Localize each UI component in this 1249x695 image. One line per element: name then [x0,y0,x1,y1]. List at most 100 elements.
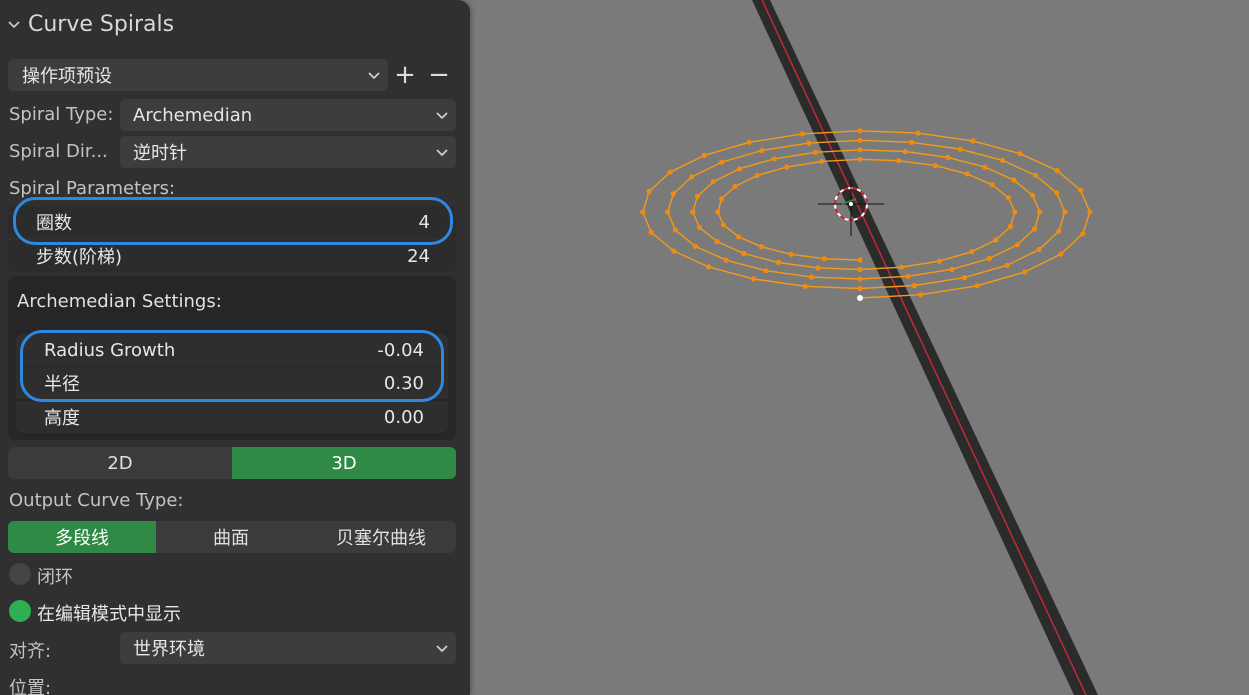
spiral-vertex[interactable] [911,282,917,289]
spiral-vertex[interactable] [701,152,707,158]
selected-vertex[interactable] [857,295,863,301]
spiral-vertex[interactable] [759,244,765,250]
spiral-vertex[interactable] [932,163,938,169]
spiral-vertex[interactable] [857,266,863,273]
spiral-vertex[interactable] [1007,223,1014,229]
spiral-vertex[interactable] [1011,177,1017,183]
align-dropdown[interactable]: 世界环境 [120,632,456,664]
spiral-vertex[interactable] [723,257,729,263]
spiral-vertex[interactable] [721,222,727,228]
spiral-direction-dropdown[interactable]: 逆时针 [120,136,456,168]
spiral-vertex[interactable] [1030,192,1036,198]
spiral-vertex[interactable] [710,179,717,185]
spiral-vertex[interactable] [821,256,828,262]
radius-field[interactable]: 半径 0.30 [16,367,448,399]
spiral-vertex[interactable] [1054,168,1060,174]
spiral-vertex[interactable] [799,131,806,137]
spiral-vertex[interactable] [1032,226,1038,232]
curve-type-poly-button[interactable]: 多段线 [8,521,156,553]
spiral-vertex[interactable] [802,283,808,289]
spiral-vertex[interactable] [974,283,980,289]
spiral-vertex[interactable] [1000,157,1006,163]
spiral-vertex[interactable] [694,193,701,199]
spiral-vertex[interactable] [671,248,677,254]
spiral-vertex[interactable] [1032,172,1039,178]
spiral-vertex[interactable] [857,285,863,292]
spiral-vertex[interactable] [1062,209,1068,215]
spiral-vertex[interactable] [902,148,908,155]
cyclic-checkbox[interactable] [9,563,31,585]
mode-3d-button[interactable]: 3D [232,447,456,479]
spiral-vertex[interactable] [1078,187,1084,194]
spiral-vertex[interactable] [775,259,782,266]
spiral-vertex[interactable] [759,147,765,154]
remove-preset-button[interactable]: − [426,60,452,90]
spiral-vertex[interactable] [1004,262,1010,268]
spiral-vertex[interactable] [672,227,678,233]
spiral-vertex[interactable] [896,158,902,164]
spiral-vertex[interactable] [746,139,752,145]
add-preset-button[interactable]: + [392,60,418,90]
spiral-vertex[interactable] [957,146,963,152]
steps-field[interactable]: 步数(阶梯) 24 [8,240,456,272]
spiral-vertex[interactable] [1036,246,1042,253]
curve-type-bezier-button[interactable]: 贝塞尔曲线 [306,521,456,553]
spiral-vertex[interactable] [970,138,976,144]
panel-header[interactable]: Curve Spirals [8,8,174,40]
spiral-vertex[interactable] [741,250,747,257]
show-in-edit-mode-checkbox[interactable] [9,600,31,622]
spiral-vertex[interactable] [640,209,646,215]
spiral-vertex[interactable] [736,234,742,240]
mode-2d-button[interactable]: 2D [8,447,232,479]
spiral-vertex[interactable] [809,274,815,280]
spiral-vertex[interactable] [1005,195,1012,201]
spiral-vertex[interactable] [819,158,825,164]
spiral-type-dropdown[interactable]: Archemedian [120,99,456,131]
spiral-vertex[interactable] [690,209,696,215]
spiral-vertex[interactable] [857,276,863,282]
spiral-vertex[interactable] [905,273,911,279]
turns-field[interactable]: 圈数 4 [8,206,456,238]
spiral-vertex[interactable] [646,188,652,195]
spiral-vertex[interactable] [736,166,743,172]
spiral-vertex[interactable] [1012,209,1018,215]
spiral-vertex[interactable] [689,174,695,180]
spiral-vertex[interactable] [692,243,698,249]
spiral-vertex[interactable] [788,251,794,257]
spiral-vertex[interactable] [714,238,720,245]
spiral-vertex[interactable] [982,164,988,170]
spiral-vertex[interactable] [1056,228,1062,234]
spiral-vertex[interactable] [806,140,812,146]
spiral-vertex[interactable] [1022,269,1028,275]
spiral-vertex[interactable] [815,265,821,271]
chevron-down-icon[interactable] [8,18,20,30]
spiral-vertex[interactable] [812,149,819,155]
spiral-vertex[interactable] [670,191,676,197]
spiral-vertex[interactable] [706,264,712,270]
spiral-vertex[interactable] [763,268,769,274]
spiral-vertex[interactable] [993,237,999,243]
curve-type-nurbs-button[interactable]: 曲面 [156,521,306,553]
spiral-vertex[interactable] [989,182,995,188]
spiral-vertex[interactable] [969,249,975,255]
spiral-vertex[interactable] [1014,242,1021,248]
spiral-vertex[interactable] [750,276,757,282]
spiral-vertex[interactable] [857,137,863,143]
spiral-vertex[interactable] [857,156,863,162]
spiral-vertex[interactable] [945,154,951,160]
height-field[interactable]: 高度 0.00 [16,401,448,433]
spiral-vertex[interactable] [667,169,673,175]
spiral-vertex[interactable] [898,264,905,270]
radius-growth-field[interactable]: Radius Growth -0.04 [16,334,448,366]
spiral-vertex[interactable] [719,196,725,202]
spiral-vertex[interactable] [696,224,703,230]
spiral-vertex[interactable] [1080,231,1086,237]
spiral-vertex[interactable] [784,164,790,170]
spiral-vertex[interactable] [915,130,921,136]
spiral-vertex[interactable] [665,209,671,215]
spiral-vertex[interactable] [754,172,760,179]
spiral-vertex[interactable] [1017,151,1023,157]
spiral-vertex[interactable] [719,159,725,165]
spiral-vertex[interactable] [1037,209,1043,215]
spiral-vertex[interactable] [732,183,738,189]
